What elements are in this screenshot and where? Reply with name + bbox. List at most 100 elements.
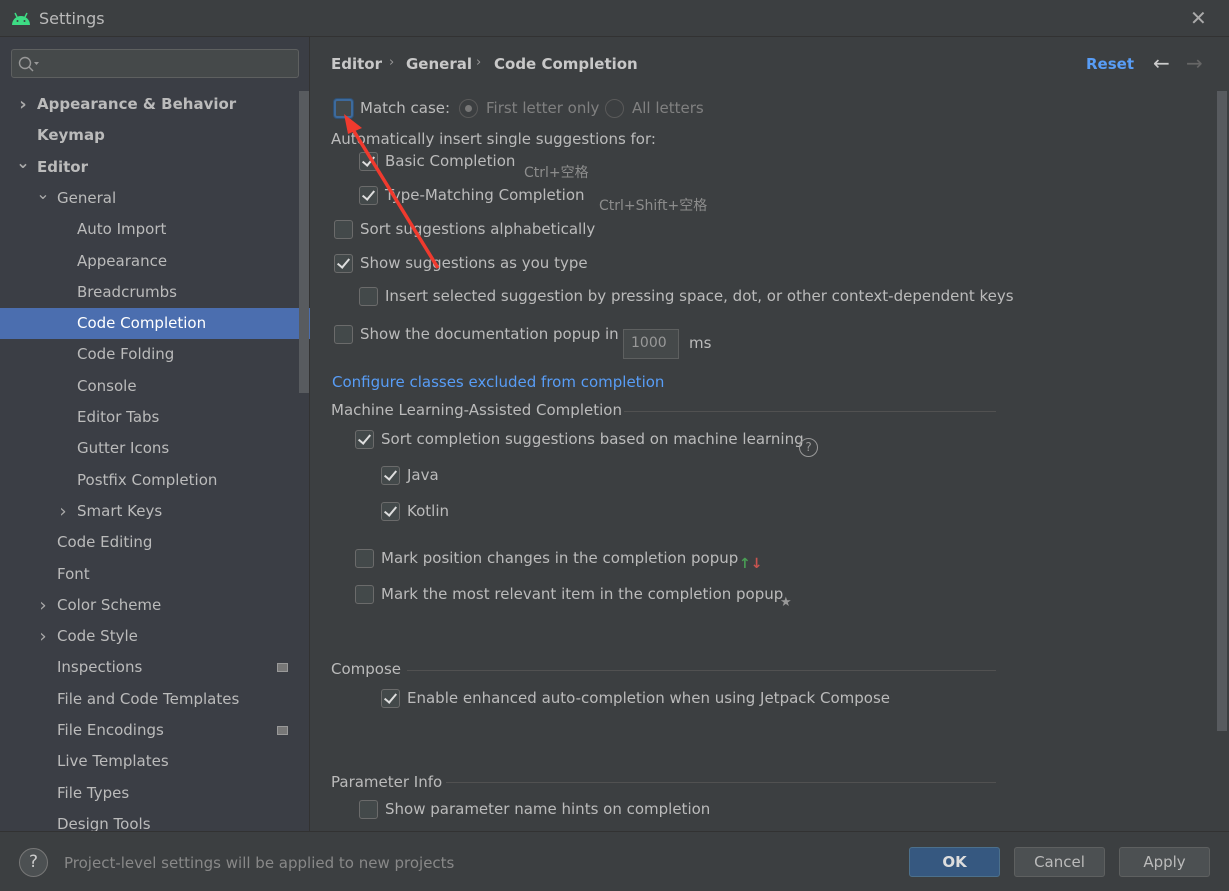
option-checkbox[interactable] [334, 220, 353, 239]
arrow-left-icon[interactable]: ← [1153, 51, 1170, 75]
title-bar: Settings ✕ [0, 0, 1229, 37]
configure-excluded-classes-link[interactable]: Configure classes excluded from completi… [332, 373, 664, 391]
sidebar-item-label: Live Templates [57, 752, 169, 771]
sidebar-item-smart-keys[interactable]: › Smart Keys [0, 496, 300, 527]
sidebar-item-appearance[interactable]: Appearance [0, 246, 300, 277]
option-checkbox[interactable] [381, 502, 400, 521]
divider [446, 782, 996, 783]
option-checkbox[interactable] [359, 287, 378, 306]
option-label: Mark position changes in the completion … [381, 549, 739, 567]
option-label: Sort completion suggestions based on mac… [381, 430, 804, 448]
sidebar-item-keymap[interactable]: Keymap [0, 120, 300, 151]
search-input[interactable] [11, 49, 299, 78]
ms-unit-label: ms [689, 334, 712, 352]
chevron-down-icon[interactable]: ⌄ [36, 178, 50, 209]
arrow-right-icon: → [1186, 51, 1203, 75]
android-icon [12, 12, 30, 25]
option-label: Java [407, 466, 439, 484]
radio-all-letters[interactable] [605, 99, 624, 118]
sidebar-item-code-completion[interactable]: Code Completion [0, 308, 310, 340]
sidebar-item-file-and-code-templates[interactable]: File and Code Templates [0, 684, 300, 715]
sidebar-item-label: Color Scheme [57, 595, 162, 614]
star-icon: ★ [780, 595, 792, 610]
sidebar-item-label: Appearance & Behavior [37, 95, 237, 113]
divider [407, 670, 996, 671]
chevron-right-icon[interactable]: › [56, 496, 70, 527]
sidebar-item-label: Gutter Icons [77, 439, 170, 458]
sidebar-item-file-encodings[interactable]: File Encodings [0, 715, 300, 746]
sidebar-item-breadcrumbs[interactable]: Breadcrumbs [0, 277, 300, 308]
sidebar-item-gutter-icons[interactable]: Gutter Icons [0, 433, 300, 464]
sidebar-item-label: Editor Tabs [77, 408, 160, 426]
breadcrumb-separator: › [476, 55, 482, 70]
window-title: Settings [39, 9, 105, 28]
help-icon[interactable]: ? [799, 438, 818, 457]
option-checkbox[interactable] [334, 325, 353, 344]
sidebar-item-label: Code Completion [77, 314, 207, 333]
sidebar-item-font[interactable]: Font [0, 559, 300, 590]
breadcrumb-separator: › [389, 55, 395, 70]
sidebar-item-label: General [57, 188, 117, 207]
breadcrumb-current: Code Completion [494, 55, 638, 73]
match-case-checkbox[interactable] [334, 99, 353, 118]
sidebar-item-code-style[interactable]: › Code Style [0, 621, 300, 652]
ok-button[interactable]: OK [909, 847, 1000, 877]
option-checkbox[interactable] [381, 689, 400, 708]
cancel-button[interactable]: Cancel [1014, 847, 1105, 877]
chevron-right-icon[interactable]: › [16, 89, 30, 120]
settings-panel: Editor › General › Code Completion Reset… [311, 37, 1229, 831]
panel-scrollbar[interactable] [1217, 91, 1227, 731]
sidebar-item-color-scheme[interactable]: › Color Scheme [0, 590, 300, 621]
option-checkbox[interactable] [359, 800, 378, 819]
apply-button[interactable]: Apply [1119, 847, 1210, 877]
sidebar-item-auto-import[interactable]: Auto Import [0, 214, 300, 245]
breadcrumb-editor[interactable]: Editor [331, 55, 382, 73]
sidebar-item-label: Code Folding [77, 345, 175, 364]
chevron-right-icon[interactable]: › [36, 621, 50, 652]
sidebar-scrollbar[interactable] [299, 91, 309, 393]
option-checkbox[interactable] [355, 430, 374, 449]
option-label: Enable enhanced auto-completion when usi… [407, 689, 890, 707]
sidebar-item-console[interactable]: Console [0, 371, 300, 402]
sidebar-item-file-types[interactable]: File Types [0, 778, 300, 809]
group-parameter-info: Parameter Info [331, 773, 443, 791]
radio-first-letter-label: First letter only [486, 99, 600, 117]
option-checkbox[interactable] [359, 152, 378, 171]
sidebar-item-label: Console [77, 376, 137, 395]
sidebar-item-postfix-completion[interactable]: Postfix Completion [0, 465, 300, 496]
sidebar-item-live-templates[interactable]: Live Templates [0, 746, 300, 777]
breadcrumb-general[interactable]: General [406, 55, 472, 73]
reset-link[interactable]: Reset [1086, 55, 1134, 73]
position-change-arrows-icon: ↑↓ [739, 556, 763, 572]
radio-first-letter[interactable] [459, 99, 478, 118]
sidebar-item-general[interactable]: ⌄ General [0, 183, 300, 214]
match-case-label: Match case: [360, 99, 451, 117]
option-checkbox[interactable] [381, 466, 400, 485]
option-checkbox[interactable] [355, 585, 374, 604]
chevron-right-icon[interactable]: › [36, 590, 50, 621]
sidebar-item-label: Breadcrumbs [77, 282, 177, 301]
close-icon[interactable]: ✕ [1190, 6, 1207, 30]
option-checkbox[interactable] [334, 254, 353, 273]
sidebar-item-editor-tabs[interactable]: Editor Tabs [0, 402, 300, 433]
chevron-down-icon[interactable]: ⌄ [16, 147, 30, 178]
sidebar-item-inspections[interactable]: Inspections [0, 652, 300, 683]
option-label: Sort suggestions alphabetically [360, 220, 596, 238]
doc-popup-delay-input[interactable]: 1000 [623, 329, 679, 359]
option-checkbox[interactable] [355, 549, 374, 568]
option-label: Show parameter name hints on completion [385, 800, 711, 818]
sidebar-item-label: Appearance [77, 251, 168, 270]
option-label: Type-Matching Completion [385, 186, 585, 204]
option-label: Mark the most relevant item in the compl… [381, 585, 784, 603]
sidebar-item-label: Font [57, 564, 90, 583]
help-icon[interactable]: ? [19, 848, 48, 877]
sidebar-item-label: Keymap [37, 126, 105, 145]
sidebar-item-appearance-behavior[interactable]: › Appearance & Behavior [0, 89, 300, 120]
sidebar-item-code-editing[interactable]: Code Editing [0, 527, 300, 558]
radio-all-letters-label: All letters [632, 99, 704, 117]
sidebar-item-code-folding[interactable]: Code Folding [0, 339, 300, 370]
group-ml-completion: Machine Learning-Assisted Completion [331, 401, 622, 419]
option-checkbox[interactable] [359, 186, 378, 205]
project-scope-icon [277, 726, 288, 735]
sidebar-item-label: File Encodings [57, 721, 164, 739]
